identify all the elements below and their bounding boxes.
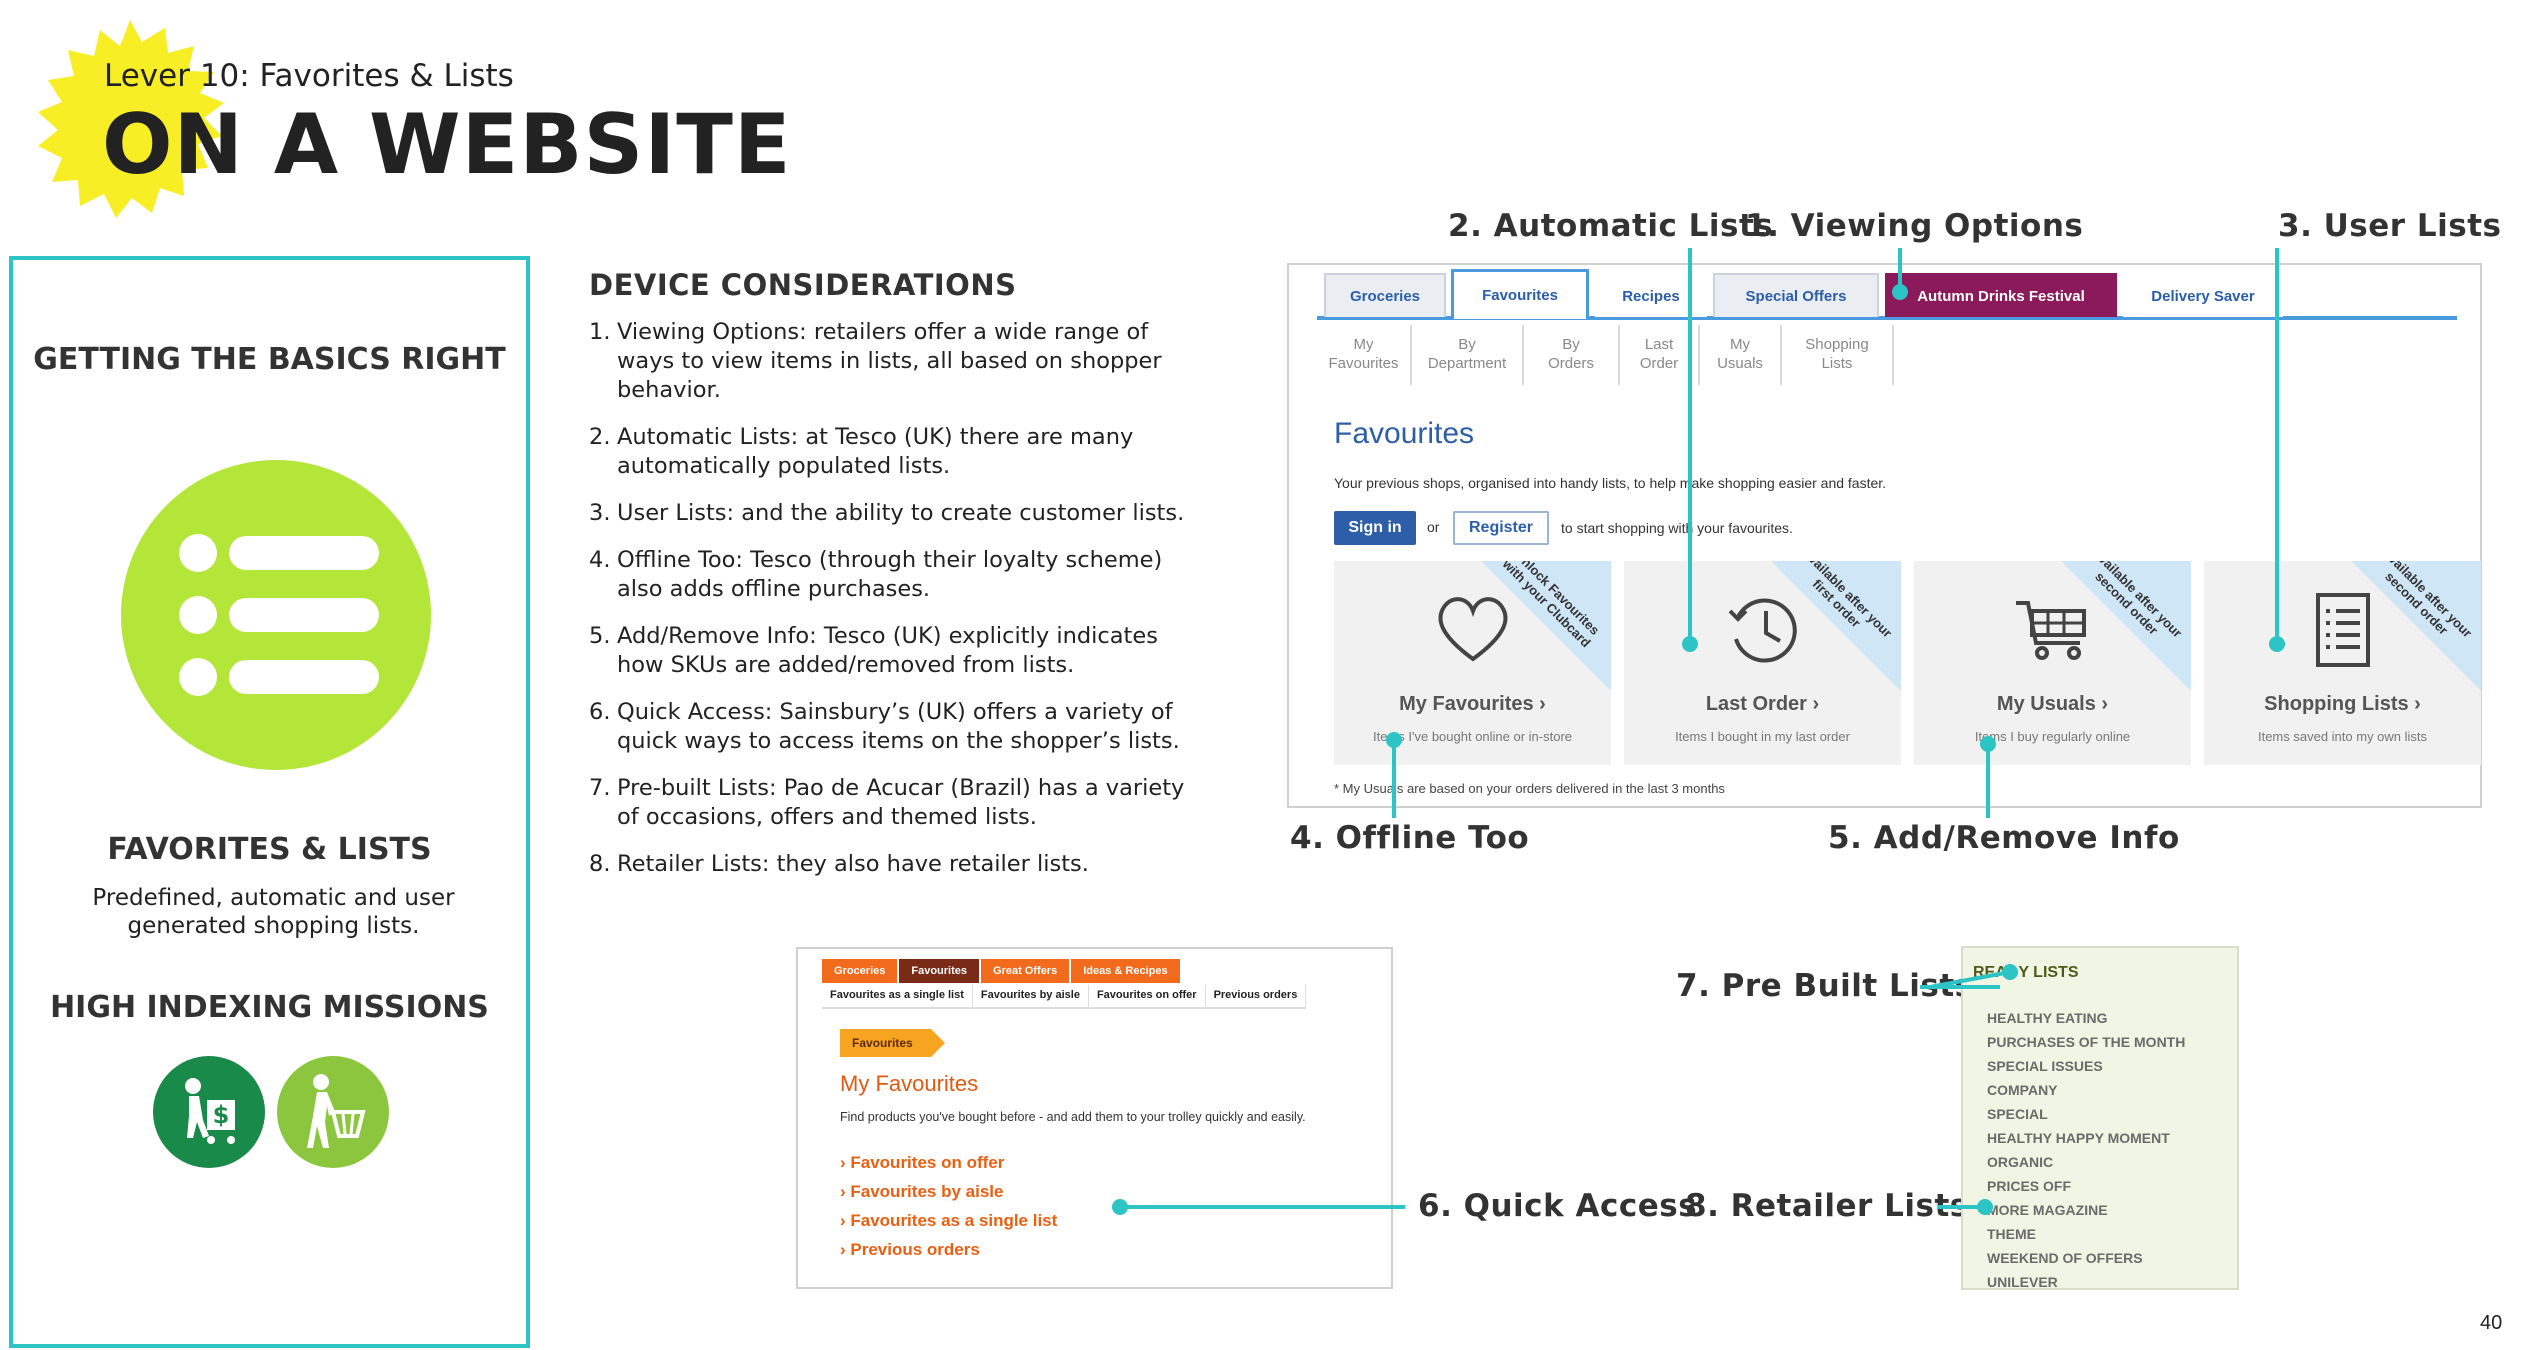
callout-connectors bbox=[1112, 248, 2285, 1215]
page-number: 40 bbox=[2480, 1312, 2503, 1334]
